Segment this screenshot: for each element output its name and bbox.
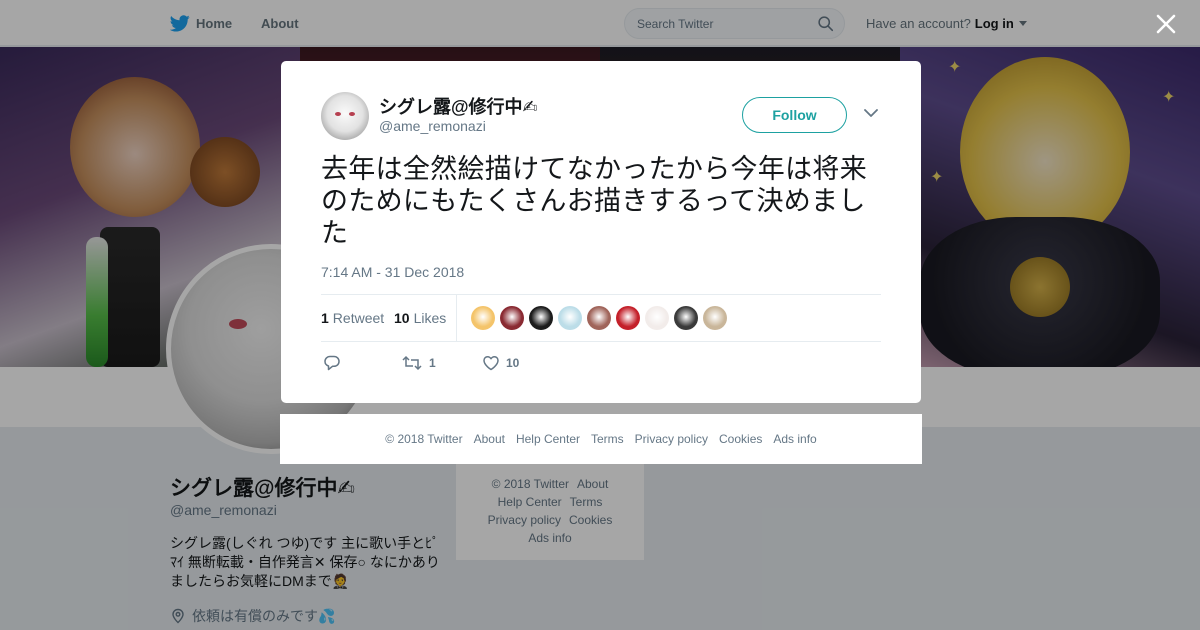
- footer-privacy[interactable]: Privacy policy: [635, 432, 708, 446]
- likes-label: Likes: [413, 310, 447, 326]
- liker-avatar[interactable]: [703, 306, 727, 330]
- tweet-author-handle[interactable]: @ame_remonazi: [379, 118, 486, 134]
- retweet-icon: [402, 355, 422, 371]
- liker-avatar[interactable]: [529, 306, 553, 330]
- liker-avatar[interactable]: [674, 306, 698, 330]
- heart-icon: [483, 355, 499, 371]
- tweet-modal: シグレ露@修行中✍ @ame_remonazi Follow 去年は全然絵描けて…: [281, 61, 921, 403]
- footer-help[interactable]: Help Center: [516, 432, 580, 446]
- retweet-action-count: 1: [429, 356, 436, 370]
- tweet-author-avatar[interactable]: [321, 92, 369, 140]
- footer-copyright: © 2018 Twitter: [385, 432, 463, 446]
- tweet-author-name[interactable]: シグレ露@修行中✍: [379, 93, 538, 119]
- chevron-down-icon[interactable]: [864, 108, 878, 118]
- liker-avatars: [471, 306, 727, 330]
- tweet-timestamp[interactable]: 7:14 AM - 31 Dec 2018: [321, 264, 464, 280]
- tweet-actions: 1 10: [321, 352, 621, 374]
- footer-cookies[interactable]: Cookies: [719, 432, 762, 446]
- retweet-label: Retweet: [332, 310, 385, 326]
- retweet-stat[interactable]: 1 Retweet: [321, 310, 384, 326]
- footer-terms[interactable]: Terms: [591, 432, 624, 446]
- liker-avatar[interactable]: [645, 306, 669, 330]
- follow-button[interactable]: Follow: [742, 97, 847, 133]
- like-action-count: 10: [506, 356, 520, 370]
- retweet-button[interactable]: 1: [401, 352, 436, 374]
- stats-divider: [456, 295, 457, 341]
- retweet-count: 1: [321, 310, 329, 326]
- liker-avatar[interactable]: [587, 306, 611, 330]
- modal-footer: © 2018 Twitter About Help Center Terms P…: [280, 414, 922, 464]
- liker-avatar[interactable]: [500, 306, 524, 330]
- tweet-text: 去年は全然絵描けてなかったから今年は将来のためにもたくさんお描きするって決めまし…: [321, 154, 867, 248]
- liker-avatar[interactable]: [471, 306, 495, 330]
- liker-avatar[interactable]: [616, 306, 640, 330]
- likes-stat[interactable]: 10 Likes: [394, 310, 446, 326]
- liker-avatar[interactable]: [558, 306, 582, 330]
- reply-icon: [324, 355, 340, 371]
- like-count: 10: [394, 310, 410, 326]
- like-button[interactable]: 10: [482, 352, 519, 374]
- reply-button[interactable]: [323, 352, 341, 374]
- tweet-stats: 1 Retweet 10 Likes: [321, 294, 881, 342]
- footer-ads[interactable]: Ads info: [773, 432, 816, 446]
- close-icon[interactable]: [1154, 12, 1178, 36]
- footer-about[interactable]: About: [474, 432, 505, 446]
